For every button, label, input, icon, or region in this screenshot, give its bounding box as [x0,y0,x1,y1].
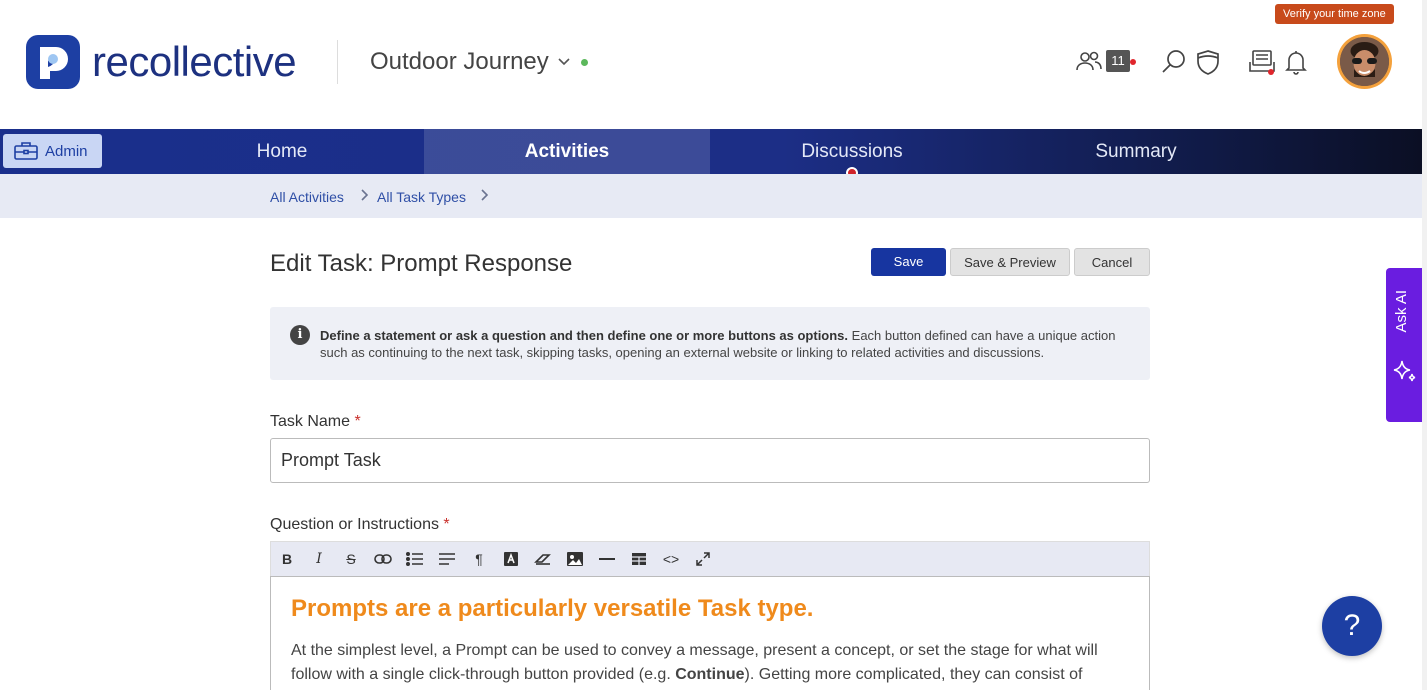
fullscreen-icon[interactable] [691,548,715,570]
page-title: Edit Task: Prompt Response [270,250,573,277]
question-label: Question or Instructions * [270,516,450,534]
shield-icon[interactable] [1194,48,1222,76]
code-view-button[interactable]: <> [659,548,683,570]
editor-paragraph: At the simplest level, a Prompt can be u… [291,639,1131,690]
briefcase-icon [14,142,38,160]
members-icon[interactable] [1075,48,1103,76]
bullet-list-icon[interactable] [403,548,427,570]
nav-home[interactable]: Home [140,129,424,174]
save-button[interactable]: Save [871,248,946,276]
sparkle-icon [1392,358,1418,389]
text-color-icon[interactable] [499,548,523,570]
brand-logo[interactable]: recollective [26,35,297,89]
page: recollective Outdoor Journey 11 Verify y… [0,0,1427,690]
info-panel: i Define a statement or ask a question a… [270,307,1150,380]
breadcrumb-all-task-types[interactable]: All Task Types [377,189,466,205]
scrollbar[interactable] [1422,0,1427,690]
task-name-label-text: Task Name [270,413,351,430]
horizontal-rule-icon[interactable] [595,548,619,570]
chevron-right-icon [479,187,489,207]
main-nav: Admin Home Activities Discussions Summar… [0,129,1422,174]
logo-mark-icon [26,35,80,89]
table-icon[interactable] [627,548,651,570]
admin-button[interactable]: Admin [3,134,102,168]
align-icon[interactable] [435,548,459,570]
editor-toolbar: B I S ¶ <> [270,541,1150,576]
avatar-photo [1340,37,1389,86]
search-icon[interactable] [1160,48,1188,76]
required-mark: * [354,413,361,430]
brand-name: recollective [92,38,297,85]
editor-para-bold: Continue [675,666,745,683]
app-header: recollective Outdoor Journey 11 Verify y… [0,0,1427,129]
member-alert-dot [1130,59,1136,65]
breadcrumb: All Activities All Task Types [0,174,1422,218]
nav-summary[interactable]: Summary [994,129,1278,174]
rich-text-editor[interactable]: Prompts are a particularly versatile Tas… [270,576,1150,690]
paragraph-button[interactable]: ¶ [467,548,491,570]
eraser-icon[interactable] [531,548,555,570]
italic-button[interactable]: I [307,548,331,570]
verify-timezone-badge[interactable]: Verify your time zone [1275,4,1394,24]
bold-button[interactable]: B [275,548,299,570]
required-mark: * [443,516,450,533]
chevron-right-icon [359,187,369,207]
save-preview-button[interactable]: Save & Preview [950,248,1070,276]
help-button[interactable]: ? [1322,596,1382,656]
chevron-down-icon [557,54,571,70]
project-selector[interactable]: Outdoor Journey [370,48,588,76]
info-text: Define a statement or ask a question and… [320,327,1135,361]
user-avatar[interactable] [1337,34,1392,89]
member-count-badge: 11 [1106,50,1130,72]
inbox-alert-dot [1268,69,1274,75]
image-icon[interactable] [563,548,587,570]
task-name-input[interactable]: Prompt Task [270,438,1150,483]
strikethrough-button[interactable]: S [339,548,363,570]
info-icon: i [290,325,310,345]
question-label-text: Question or Instructions [270,516,439,533]
info-text-bold: Define a statement or ask a question and… [320,328,849,343]
bell-icon[interactable] [1282,48,1310,76]
online-status-dot [580,58,588,66]
link-icon[interactable] [371,548,395,570]
cancel-button[interactable]: Cancel [1074,248,1150,276]
project-name: Outdoor Journey [370,48,549,75]
main-content: Edit Task: Prompt Response Save Save & P… [0,218,1422,690]
admin-label: Admin [45,142,88,160]
task-name-label: Task Name * [270,413,361,431]
ask-ai-label: Ask AI [1393,290,1410,333]
editor-heading: Prompts are a particularly versatile Tas… [291,595,814,622]
nav-activities[interactable]: Activities [424,129,710,174]
breadcrumb-all-activities[interactable]: All Activities [270,189,344,205]
header-divider [337,40,338,84]
